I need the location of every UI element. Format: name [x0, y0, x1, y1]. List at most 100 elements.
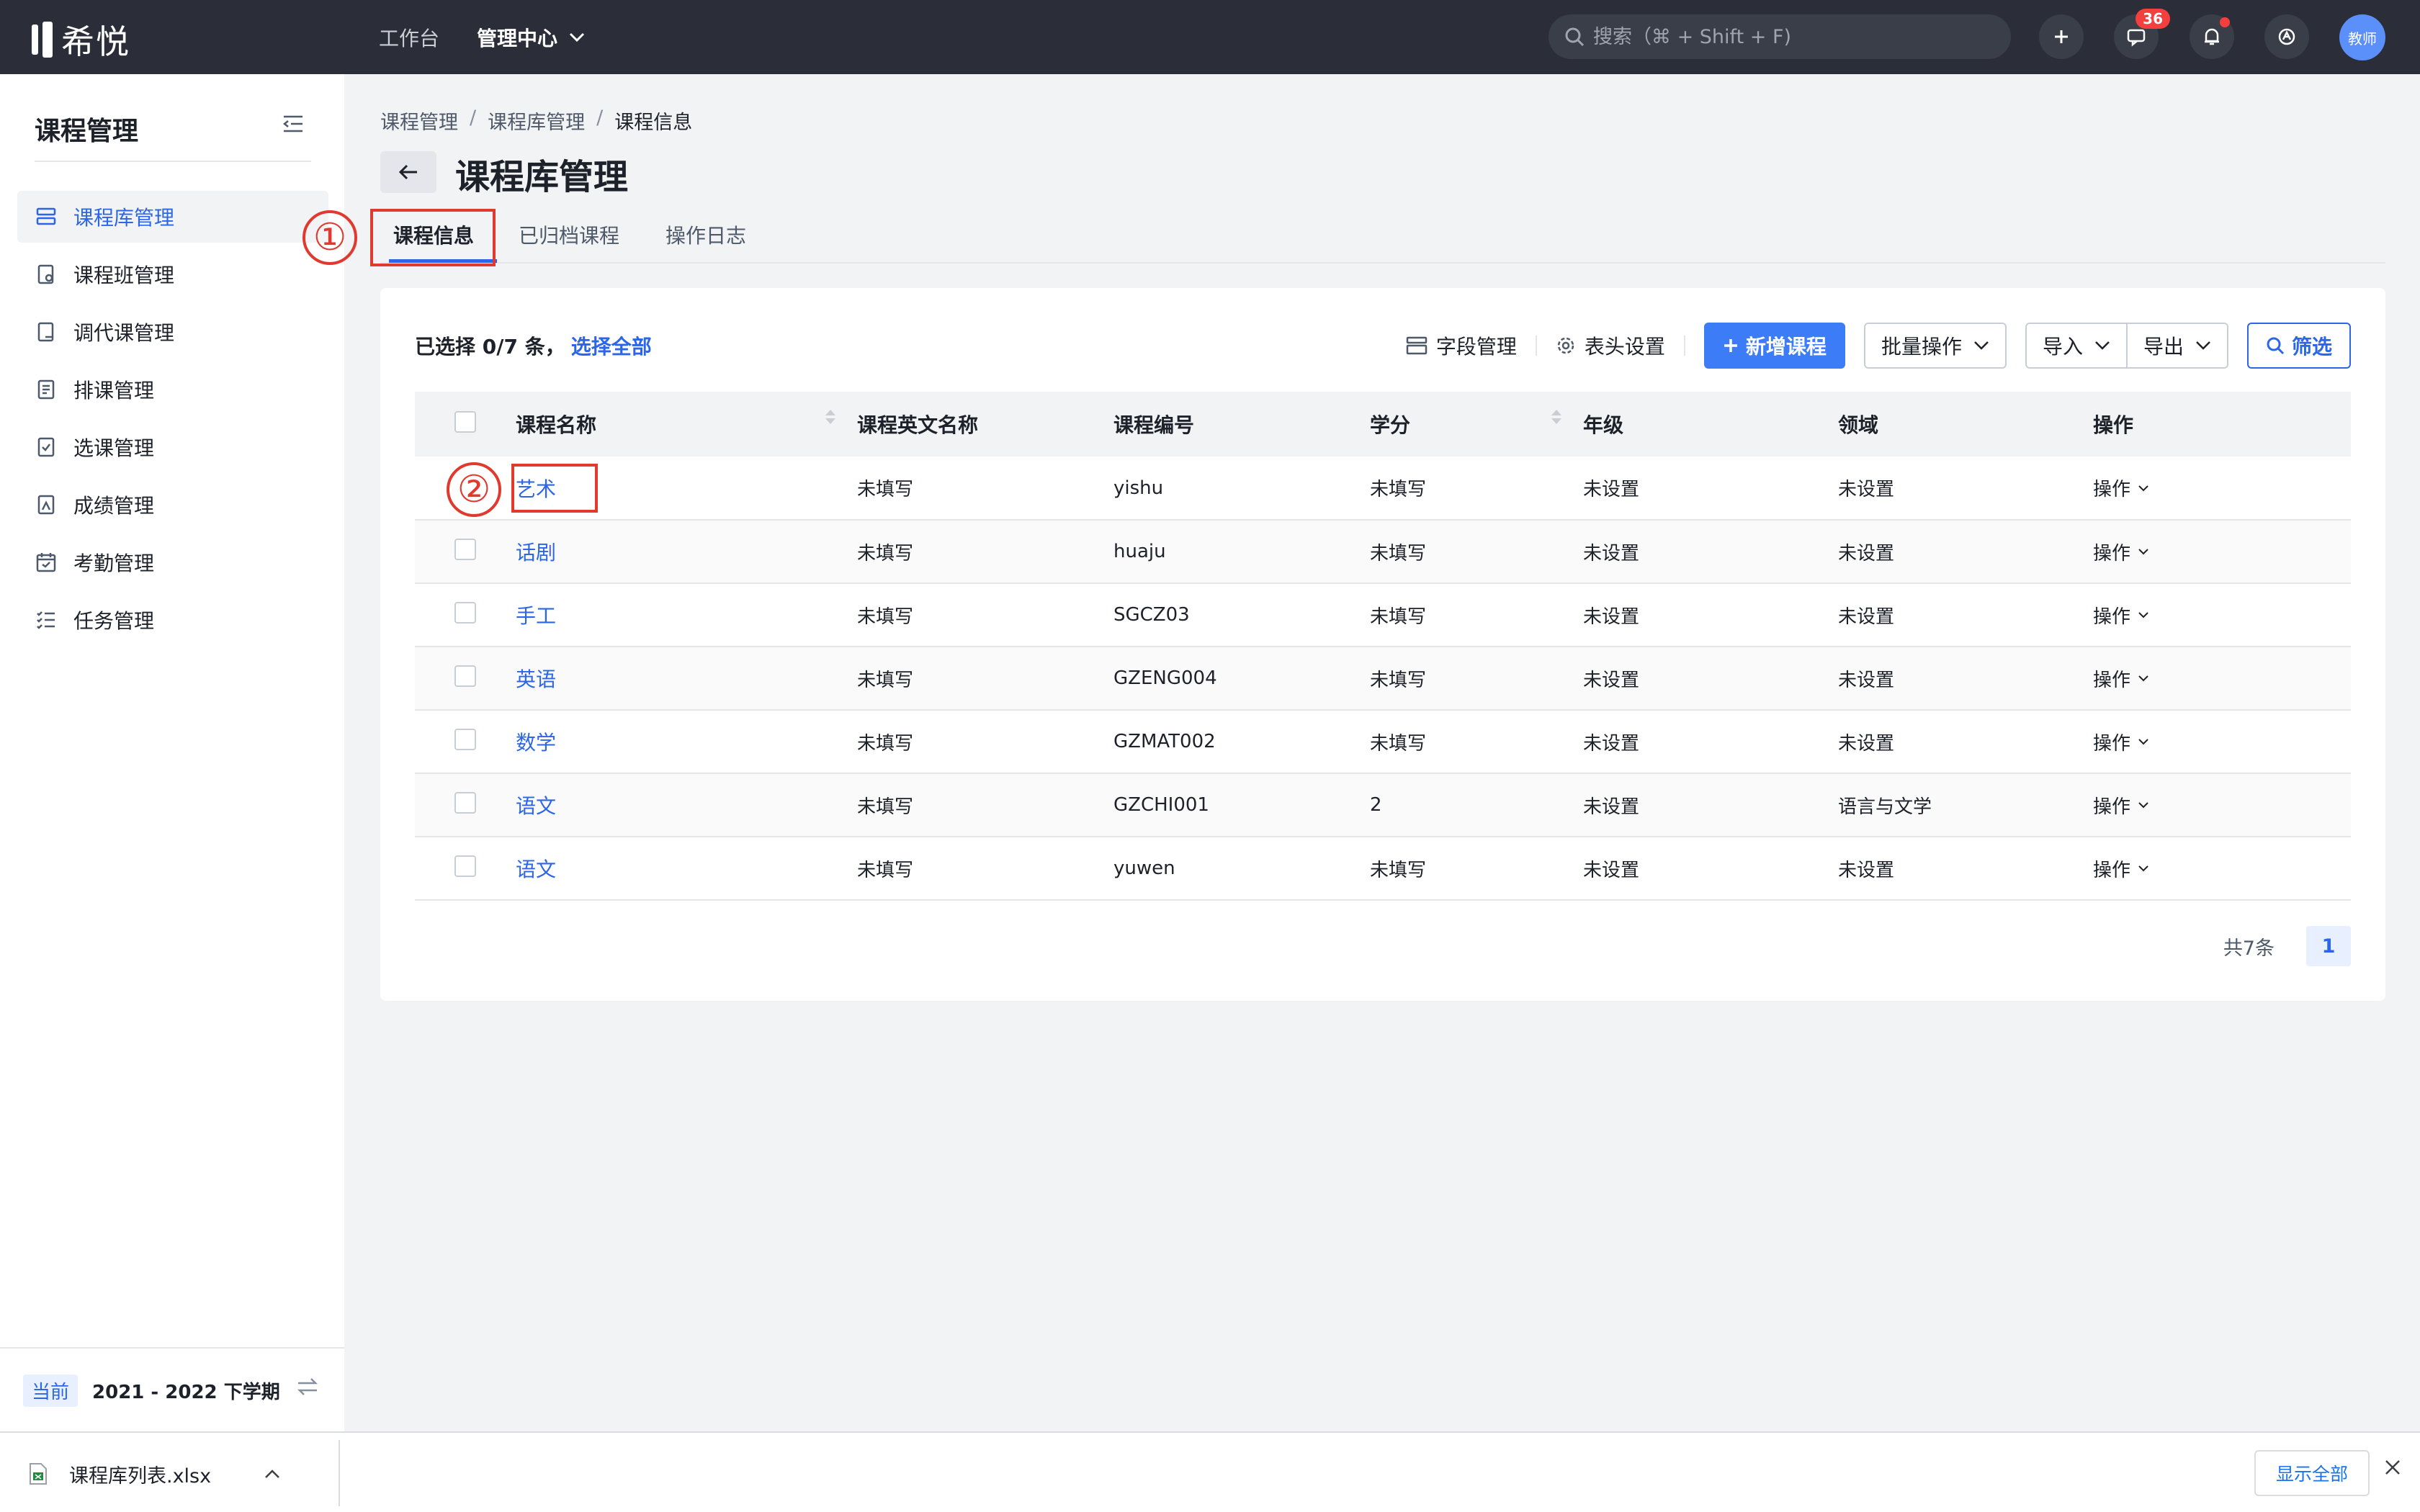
select-all-checkbox[interactable]: [454, 410, 476, 433]
row-checkbox[interactable]: [454, 855, 476, 877]
table-row: 手工 未填写 SGCZ03 未填写 未设置 未设置 操作: [415, 583, 2351, 647]
settings-button[interactable]: [2264, 14, 2309, 59]
chevron-down-icon: [2138, 675, 2148, 682]
course-name-link[interactable]: 手工: [516, 604, 556, 628]
table-toolbar: 字段管理 表头设置 新增课程 批量操作 导入 导出 筛选: [1406, 323, 2351, 369]
row-checkbox[interactable]: [454, 665, 476, 687]
course-name-cell: 语文: [516, 837, 857, 901]
brand-name: 希悦: [61, 22, 130, 61]
domain-cell: 未设置: [1838, 520, 2093, 584]
column-header-course-name[interactable]: 课程名称: [516, 392, 857, 456]
row-actions-label: 操作: [2093, 479, 2131, 500]
nav-management-center-label: 管理中心: [477, 26, 558, 50]
credit-cell: 未填写: [1370, 456, 1583, 521]
tab-bar: 课程信息 已归档课程 操作日志: [380, 212, 2385, 264]
grade-cell: 未设置: [1583, 710, 1838, 774]
tab-archived-courses[interactable]: 已归档课程: [519, 220, 619, 249]
annotation-marker-2: ②: [447, 462, 501, 517]
download-item[interactable]: 课程库列表.xlsx: [29, 1449, 280, 1499]
sidebar-item-substitute[interactable]: 调代课管理: [17, 306, 328, 358]
brand-logo[interactable]: 希悦: [32, 16, 130, 63]
row-actions-dropdown[interactable]: 操作: [2093, 602, 2149, 629]
sidebar-item-tasks[interactable]: 任务管理: [17, 594, 328, 646]
breadcrumb-item[interactable]: 课程库管理: [488, 107, 585, 135]
add-course-button[interactable]: 新增课程: [1703, 323, 1845, 369]
sidebar-item-course-library[interactable]: 课程库管理: [17, 191, 328, 243]
field-manage-button[interactable]: 字段管理: [1406, 331, 1517, 360]
grade-cell: 未设置: [1583, 773, 1838, 837]
row-actions-dropdown[interactable]: 操作: [2093, 539, 2149, 565]
import-dropdown[interactable]: 导入: [2025, 323, 2128, 369]
course-name-link[interactable]: 语文: [516, 858, 556, 881]
term-selector[interactable]: 当前 2021 - 2022 下学期: [0, 1347, 344, 1432]
batch-operations-dropdown[interactable]: 批量操作: [1863, 323, 2007, 369]
show-all-downloads-button[interactable]: 显示全部: [2254, 1450, 2370, 1496]
credit-cell: 2: [1370, 773, 1583, 837]
row-checkbox[interactable]: [454, 728, 476, 750]
course-name-link[interactable]: 语文: [516, 794, 556, 818]
course-name-cell: 话剧: [516, 520, 857, 584]
close-download-bar-button[interactable]: [2384, 1459, 2401, 1479]
select-all-link[interactable]: 选择全部: [571, 335, 652, 359]
sidebar-item-attendance[interactable]: 考勤管理: [17, 536, 328, 588]
breadcrumb-item[interactable]: 课程管理: [380, 107, 458, 135]
switch-term-icon[interactable]: [297, 1377, 318, 1399]
sort-icon[interactable]: [825, 410, 835, 424]
column-header-actions: 操作: [2093, 413, 2134, 437]
chevron-up-icon[interactable]: [264, 1469, 280, 1479]
row-actions-dropdown[interactable]: 操作: [2093, 792, 2149, 819]
export-dropdown[interactable]: 导出: [2127, 323, 2228, 369]
row-actions-dropdown[interactable]: 操作: [2093, 665, 2149, 692]
course-name-link[interactable]: 话剧: [516, 541, 556, 564]
selection-info: 已选择 0/7 条， 选择全部: [415, 331, 652, 360]
course-name-cell: 英语: [516, 647, 857, 711]
credit-cell: 未填写: [1370, 710, 1583, 774]
notifications-button[interactable]: [2190, 14, 2234, 59]
plus-icon: [1724, 339, 1737, 352]
sidebar-item-course-selection[interactable]: 选课管理: [17, 421, 328, 473]
column-header-credit[interactable]: 学分: [1370, 392, 1583, 456]
header-settings-button[interactable]: 表头设置: [1556, 331, 1665, 360]
course-name-cell: 语文: [516, 773, 857, 837]
avatar[interactable]: 教师: [2339, 14, 2385, 60]
messages-button[interactable]: 36: [2114, 9, 2170, 59]
download-bar: 课程库列表.xlsx 显示全部: [0, 1431, 2420, 1512]
row-checkbox-cell: [415, 773, 516, 837]
row-actions-dropdown[interactable]: 操作: [2093, 855, 2149, 882]
row-actions-dropdown[interactable]: 操作: [2093, 729, 2149, 755]
sidebar-item-course-class[interactable]: 课程班管理: [17, 248, 328, 300]
course-name-cell: 数学: [516, 710, 857, 774]
sidebar-divider: [35, 161, 311, 162]
actions-cell: 操作: [2093, 773, 2351, 837]
row-actions-dropdown[interactable]: 操作: [2093, 474, 2149, 501]
row-checkbox[interactable]: [454, 538, 476, 560]
sidebar-item-grades[interactable]: 成绩管理: [17, 479, 328, 531]
tab-operation-log[interactable]: 操作日志: [666, 220, 746, 249]
row-checkbox[interactable]: [454, 791, 476, 814]
english-name-cell: 未填写: [857, 520, 1113, 584]
nav-workbench[interactable]: 工作台: [379, 23, 439, 52]
page-button-current[interactable]: 1: [2306, 926, 2351, 966]
sort-icon[interactable]: [1551, 410, 1561, 424]
course-name-link[interactable]: 英语: [516, 667, 556, 691]
table-row: 语文 未填写 yuwen 未填写 未设置 未设置 操作: [415, 837, 2351, 901]
total-count: 共7条: [2223, 937, 2275, 960]
search-input[interactable]: [1593, 25, 1996, 48]
actions-cell: 操作: [2093, 583, 2351, 647]
row-checkbox[interactable]: [454, 601, 476, 624]
chevron-down-icon: [2138, 549, 2148, 555]
collapse-sidebar-button[interactable]: [282, 114, 304, 136]
add-button[interactable]: [2039, 14, 2084, 59]
course-name-cell: 手工: [516, 583, 857, 647]
filter-button[interactable]: 筛选: [2246, 323, 2351, 369]
sidebar-item-scheduling[interactable]: 排课管理: [17, 364, 328, 415]
credit-cell: 未填写: [1370, 520, 1583, 584]
course-code-cell: yishu: [1113, 456, 1370, 521]
back-button[interactable]: [380, 151, 436, 193]
chevron-down-icon: [2138, 612, 2148, 618]
course-name-link[interactable]: 数学: [516, 731, 556, 755]
course-code-cell: GZCHI001: [1113, 773, 1370, 837]
global-search[interactable]: [1549, 14, 2011, 59]
nav-management-center[interactable]: 管理中心: [477, 23, 585, 52]
table-row: 语文 未填写 GZCHI001 2 未设置 语言与文学 操作: [415, 773, 2351, 837]
